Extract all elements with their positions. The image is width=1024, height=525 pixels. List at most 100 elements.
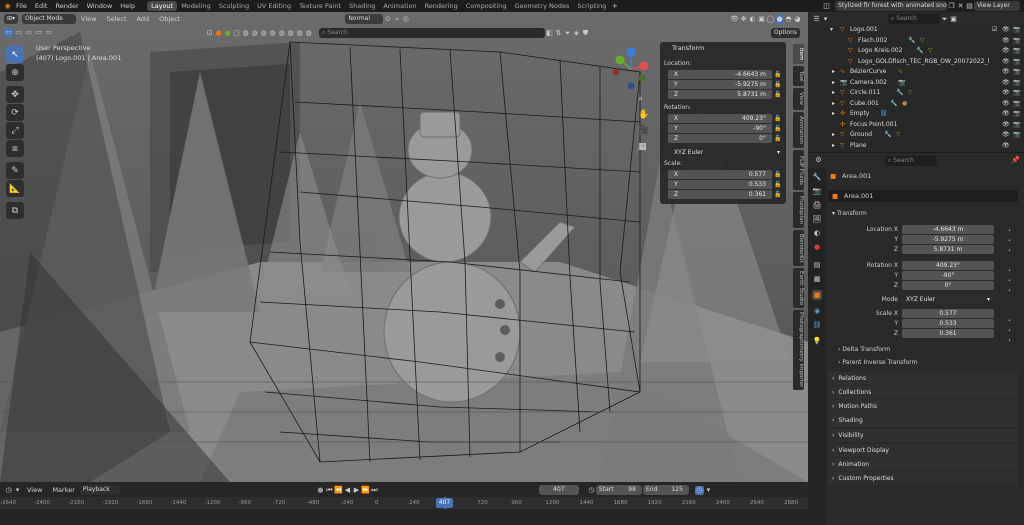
- menu-window[interactable]: Window: [83, 2, 117, 10]
- expand-icon[interactable]: ▸: [832, 100, 835, 107]
- sidebar-tab-flip-fluids[interactable]: FLIP Fluids: [793, 150, 804, 190]
- prop-rotation-y[interactable]: -90°: [902, 271, 994, 280]
- section-relations[interactable]: › Relations: [828, 372, 1018, 385]
- lock-icon[interactable]: 🔓: [774, 125, 781, 132]
- camera-icon[interactable]: 📷: [1013, 121, 1020, 128]
- tool-tab-icon[interactable]: 🔧: [812, 172, 822, 182]
- select-intersect-icon[interactable]: ▭: [44, 28, 53, 37]
- eye-icon[interactable]: 👁: [1002, 100, 1010, 107]
- prop-location-x[interactable]: -4.6643 m: [902, 225, 994, 234]
- eye-icon[interactable]: 👁: [1002, 142, 1010, 149]
- sidebar-tab-item[interactable]: Item: [793, 44, 804, 64]
- workspace-tab-compositing[interactable]: Compositing: [462, 1, 511, 11]
- prop-scale-x[interactable]: 0.577: [902, 309, 994, 318]
- section-motion-paths[interactable]: › Motion Paths: [828, 400, 1018, 413]
- scale-x-field[interactable]: X 0.577: [668, 170, 772, 179]
- rotation-x-field[interactable]: X 409.23°: [668, 114, 772, 123]
- camera-icon[interactable]: 📷: [1013, 47, 1020, 54]
- camera-icon[interactable]: 📷: [1013, 100, 1020, 107]
- sidebar-tab-earth-studio[interactable]: Earth Studio: [793, 268, 804, 308]
- eye-icon[interactable]: 👁: [1002, 89, 1010, 96]
- delta-transform-header[interactable]: › Delta Transform: [838, 346, 890, 353]
- outliner-row[interactable]: ✣ Focus Point.001 👁 📷: [808, 121, 1024, 132]
- gizmo-icon[interactable]: ✥: [739, 15, 748, 24]
- play-reverse-icon[interactable]: ◀: [343, 486, 352, 495]
- expand-icon[interactable]: ▸: [832, 142, 835, 149]
- view-layer-selector[interactable]: View Layer: [974, 1, 1020, 11]
- filter-icon-2[interactable]: ●: [223, 29, 232, 38]
- editor-type-button[interactable]: ⊞▾: [4, 14, 19, 24]
- frame-start-field[interactable]: Start 98: [595, 485, 642, 495]
- prop-scale-y[interactable]: 0.533: [902, 319, 994, 328]
- lock-icon[interactable]: 🔓: [774, 91, 781, 98]
- sidebar-tab-tool[interactable]: Tool: [793, 66, 804, 86]
- filter-icon-9[interactable]: ◍: [286, 29, 295, 38]
- collection-tab-icon[interactable]: ▤: [812, 260, 822, 270]
- viewport-menu-add[interactable]: Add: [132, 15, 155, 23]
- tool-rotate[interactable]: ⟳: [6, 104, 24, 121]
- select-extend-icon[interactable]: ▭: [14, 28, 23, 37]
- eye-icon[interactable]: 👁: [1002, 37, 1010, 44]
- tool-measure[interactable]: 📐: [6, 180, 24, 197]
- sidebar-tab-view[interactable]: View: [793, 88, 804, 110]
- navigation-gizmo[interactable]: [606, 44, 656, 94]
- play-icon[interactable]: ▶: [352, 486, 361, 495]
- lock-icon[interactable]: 🔓: [774, 115, 781, 122]
- workspace-tab-shading[interactable]: Shading: [345, 1, 379, 11]
- camera-icon[interactable]: 📷: [1013, 68, 1020, 75]
- outliner-row[interactable]: ▸ ▽ Circle.011 🔧 ▽ 👁 📷: [808, 89, 1024, 100]
- visibility-icon[interactable]: 👁: [730, 15, 739, 24]
- frame-end-field[interactable]: End 125: [642, 485, 689, 495]
- next-key-icon[interactable]: ⏩: [361, 486, 370, 495]
- properties-editor-icon[interactable]: ⚙: [814, 156, 823, 165]
- sidebar-tab-animation[interactable]: Animation: [793, 112, 804, 148]
- workspace-tab-layout[interactable]: Layout: [147, 1, 178, 11]
- workspace-tab-rendering[interactable]: Rendering: [421, 1, 462, 11]
- location-x-field[interactable]: X -4.6643 m: [668, 70, 772, 79]
- outliner-row[interactable]: ▸ ▽ Ground 🔧 ▽ 👁 📷: [808, 131, 1024, 142]
- copy-scene-icon[interactable]: ❐: [947, 2, 956, 11]
- camera-icon[interactable]: 📷: [1013, 58, 1020, 65]
- eye-icon[interactable]: 👁: [1002, 110, 1010, 117]
- outliner-row[interactable]: ▸ ∿ BézierCurve ∿ 👁 📷: [808, 68, 1024, 79]
- section-animation[interactable]: › Animation: [828, 458, 1018, 471]
- output-tab-icon[interactable]: 🖨: [812, 200, 822, 210]
- lock-icon[interactable]: 🔓: [774, 71, 781, 78]
- filter-icon-5[interactable]: ◍: [250, 29, 259, 38]
- scale-y-field[interactable]: Y 0.533: [668, 180, 772, 189]
- scene-tab-icon[interactable]: ◐: [812, 228, 822, 238]
- toggle-icon-a[interactable]: ◧: [545, 29, 554, 38]
- select-mode-icon[interactable]: ⊡: [205, 29, 214, 38]
- outliner-filter-icon[interactable]: ⏷: [940, 15, 949, 24]
- eye-icon[interactable]: 👁: [1002, 58, 1010, 65]
- object-data-tab-icon[interactable]: 💡: [812, 336, 822, 346]
- options-dropdown[interactable]: Options: [770, 28, 800, 38]
- toggle-icon-c[interactable]: ◈: [572, 29, 581, 38]
- render-tab-icon[interactable]: 📷: [812, 186, 822, 196]
- constraints-tab-icon[interactable]: ⛓: [812, 320, 822, 330]
- auto-key-icon[interactable]: ●: [316, 486, 325, 495]
- neg-x-icon[interactable]: [612, 68, 620, 76]
- blender-logo-icon[interactable]: ◉: [3, 2, 12, 11]
- properties-search-input[interactable]: ⌕ Search: [885, 155, 937, 166]
- viewport-search-input[interactable]: ⌕ Search: [319, 28, 545, 38]
- camera-view-icon[interactable]: 🎥: [638, 126, 649, 136]
- workspace-tab-modeling[interactable]: Modeling: [177, 1, 215, 11]
- prop-location-y[interactable]: -5.9275 m: [902, 235, 994, 244]
- viewport-menu-view[interactable]: View: [76, 15, 101, 23]
- prop-rotation-x[interactable]: 409.23°: [902, 261, 994, 270]
- ortho-toggle-icon[interactable]: ▦: [638, 142, 647, 152]
- section-collections[interactable]: › Collections: [828, 386, 1018, 399]
- menu-edit[interactable]: Edit: [31, 2, 52, 10]
- menu-help[interactable]: Help: [116, 2, 139, 10]
- lock-icon[interactable]: 🔓: [774, 191, 781, 198]
- neg-y-icon[interactable]: [638, 74, 646, 82]
- expand-icon[interactable]: ▸: [832, 110, 835, 117]
- chevron-down-icon[interactable]: ▾: [704, 486, 713, 495]
- viewport-menu-object[interactable]: Object: [154, 15, 185, 23]
- prev-key-icon[interactable]: ⏪: [334, 486, 343, 495]
- filter-icon-4[interactable]: ◍: [241, 29, 250, 38]
- tool-scale[interactable]: ⤢: [6, 122, 24, 139]
- camera-icon[interactable]: 📷: [1013, 26, 1020, 33]
- timeline-menu-view[interactable]: View: [22, 486, 47, 494]
